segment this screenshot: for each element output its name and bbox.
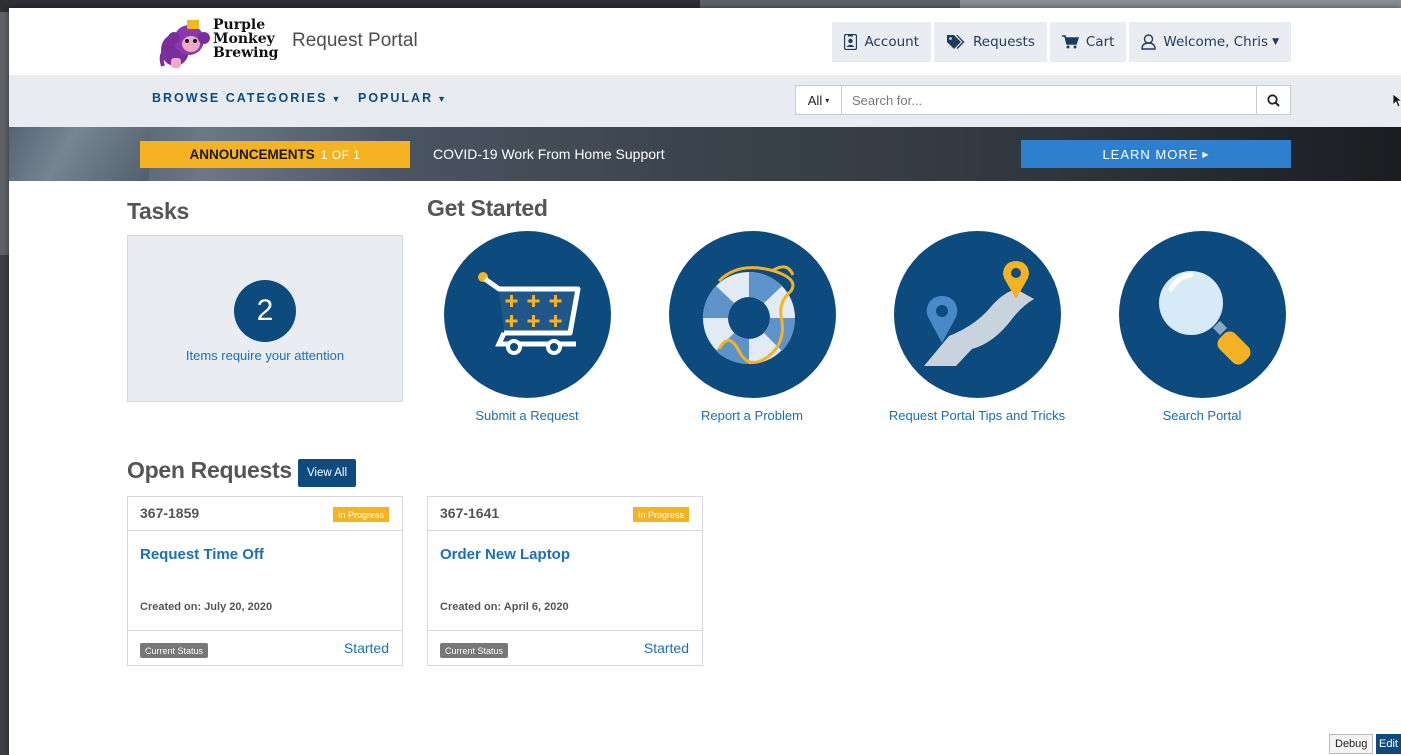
- open-requests-heading: Open Requests: [127, 457, 292, 483]
- announcements-label: ANNOUNCEMENTS 1 OF 1: [140, 141, 410, 168]
- status-badge: In Progress: [332, 507, 389, 522]
- tile-submit-request-label: Submit a Request: [475, 408, 579, 423]
- request-card[interactable]: 367-1859 In Progress Request Time Off Cr…: [127, 496, 403, 666]
- request-status: Started: [643, 640, 689, 656]
- tasks-count-badge: 2: [234, 280, 296, 342]
- tile-search-portal[interactable]: Search Portal: [1102, 231, 1302, 426]
- search-bar: All ▾: [795, 85, 1291, 115]
- edit-button[interactable]: Edit: [1376, 734, 1401, 754]
- announcement-text: COVID-19 Work From Home Support: [433, 146, 665, 162]
- search-icon: [1267, 93, 1280, 107]
- tile-report-problem[interactable]: Report a Problem: [652, 231, 852, 426]
- tile-report-problem-label: Report a Problem: [701, 408, 803, 423]
- search-scope-value: All: [807, 92, 823, 108]
- chevron-down-icon: ▾: [825, 95, 830, 105]
- request-card-footer: Current Status Started: [128, 630, 402, 666]
- popular-label: POPULAR: [358, 91, 434, 105]
- tile-tips-and-tricks[interactable]: Request Portal Tips and Tricks: [877, 231, 1077, 426]
- tasks-caption: Items require your attention: [185, 348, 345, 363]
- magnifier-icon: [1119, 231, 1286, 398]
- category-bar: BROWSE CATEGORIES ▼ POPULAR ▼ All ▾: [9, 75, 1401, 127]
- created-value: April 6, 2020: [503, 601, 569, 613]
- cart-icon: [1061, 35, 1079, 49]
- search-scope-dropdown[interactable]: All ▾: [795, 85, 841, 115]
- request-card-header: 367-1859 In Progress: [128, 497, 402, 531]
- request-title-link[interactable]: Request Time Off: [140, 546, 264, 563]
- top-nav: Account Requests Cart Welcome, Chris ▼: [832, 22, 1291, 62]
- request-card-footer: Current Status Started: [428, 630, 702, 666]
- brand-logo[interactable]: Purple Monkey Brewing: [157, 14, 287, 70]
- nav-account-label: Account: [864, 34, 919, 50]
- announcement-banner: ANNOUNCEMENTS 1 OF 1 COVID-19 Work From …: [9, 127, 1401, 181]
- lifebuoy-icon: [669, 231, 836, 398]
- announcements-title: ANNOUNCEMENTS: [189, 147, 315, 162]
- nav-user-menu[interactable]: Welcome, Chris ▼: [1129, 22, 1291, 62]
- request-card[interactable]: 367-1641 In Progress Order New Laptop Cr…: [427, 496, 703, 666]
- monkey-logo-icon: [159, 16, 210, 68]
- request-number: 367-1641: [440, 505, 500, 521]
- chevron-down-icon: ▼: [437, 94, 449, 104]
- chevron-down-icon: ▼: [331, 94, 343, 104]
- learn-more-button[interactable]: LEARN MORE ▶: [1021, 140, 1291, 168]
- current-status-tag: Current Status: [140, 643, 209, 658]
- view-all-button[interactable]: View All: [298, 459, 356, 487]
- nav-cart-label: Cart: [1085, 34, 1115, 50]
- debug-button[interactable]: Debug: [1329, 734, 1374, 754]
- created-label: Created on:: [140, 601, 202, 613]
- tasks-card[interactable]: 2 Items require your attention: [127, 235, 403, 402]
- nav-account[interactable]: Account: [832, 22, 931, 62]
- tags-icon: [946, 34, 966, 50]
- tasks-heading: Tasks: [127, 198, 190, 224]
- search-input[interactable]: [841, 85, 1257, 115]
- chevron-right-icon: ▶: [1202, 149, 1210, 159]
- logo-wordmark: Purple Monkey Brewing: [213, 17, 279, 61]
- browse-categories-menu[interactable]: BROWSE CATEGORIES ▼: [152, 91, 342, 105]
- search-button[interactable]: [1257, 85, 1291, 115]
- nav-user-label: Welcome, Chris: [1163, 34, 1269, 50]
- request-title-link[interactable]: Order New Laptop: [440, 546, 570, 563]
- request-card-header: 367-1641 In Progress: [428, 497, 702, 531]
- learn-more-label: LEARN MORE: [1102, 146, 1199, 162]
- announcements-count: 1 OF 1: [320, 147, 361, 162]
- status-badge: In Progress: [632, 507, 689, 522]
- chevron-down-icon: ▼: [1272, 37, 1279, 47]
- banner-background-image: [9, 127, 149, 181]
- current-status-tag: Current Status: [440, 643, 509, 658]
- request-created-date: Created on: April 6, 2020: [440, 601, 569, 613]
- tile-search-portal-label: Search Portal: [1162, 408, 1242, 423]
- tile-tips-and-tricks-label: Request Portal Tips and Tricks: [888, 408, 1066, 423]
- id-badge-icon: [844, 34, 858, 50]
- mouse-cursor-icon: [1393, 94, 1401, 108]
- cart-icon: [444, 231, 611, 398]
- nav-cart[interactable]: Cart: [1049, 22, 1127, 62]
- user-icon: [1141, 34, 1157, 50]
- request-number: 367-1859: [140, 505, 200, 521]
- popular-menu[interactable]: POPULAR ▼: [358, 91, 448, 105]
- nav-requests[interactable]: Requests: [934, 22, 1047, 62]
- get-started-heading: Get Started: [427, 195, 548, 221]
- map-route-icon: [894, 231, 1061, 398]
- tile-submit-request[interactable]: Submit a Request: [427, 231, 627, 426]
- request-created-date: Created on: July 20, 2020: [140, 601, 272, 613]
- browse-categories-label: BROWSE CATEGORIES: [152, 91, 328, 105]
- nav-requests-label: Requests: [973, 34, 1035, 50]
- created-value: July 20, 2020: [204, 601, 273, 613]
- created-label: Created on:: [440, 601, 502, 613]
- portal-page: Purple Monkey Brewing Request Portal Acc…: [9, 8, 1401, 755]
- portal-title: Request Portal: [292, 30, 418, 51]
- header: Purple Monkey Brewing Request Portal Acc…: [9, 8, 1401, 75]
- request-status: Started: [343, 640, 389, 656]
